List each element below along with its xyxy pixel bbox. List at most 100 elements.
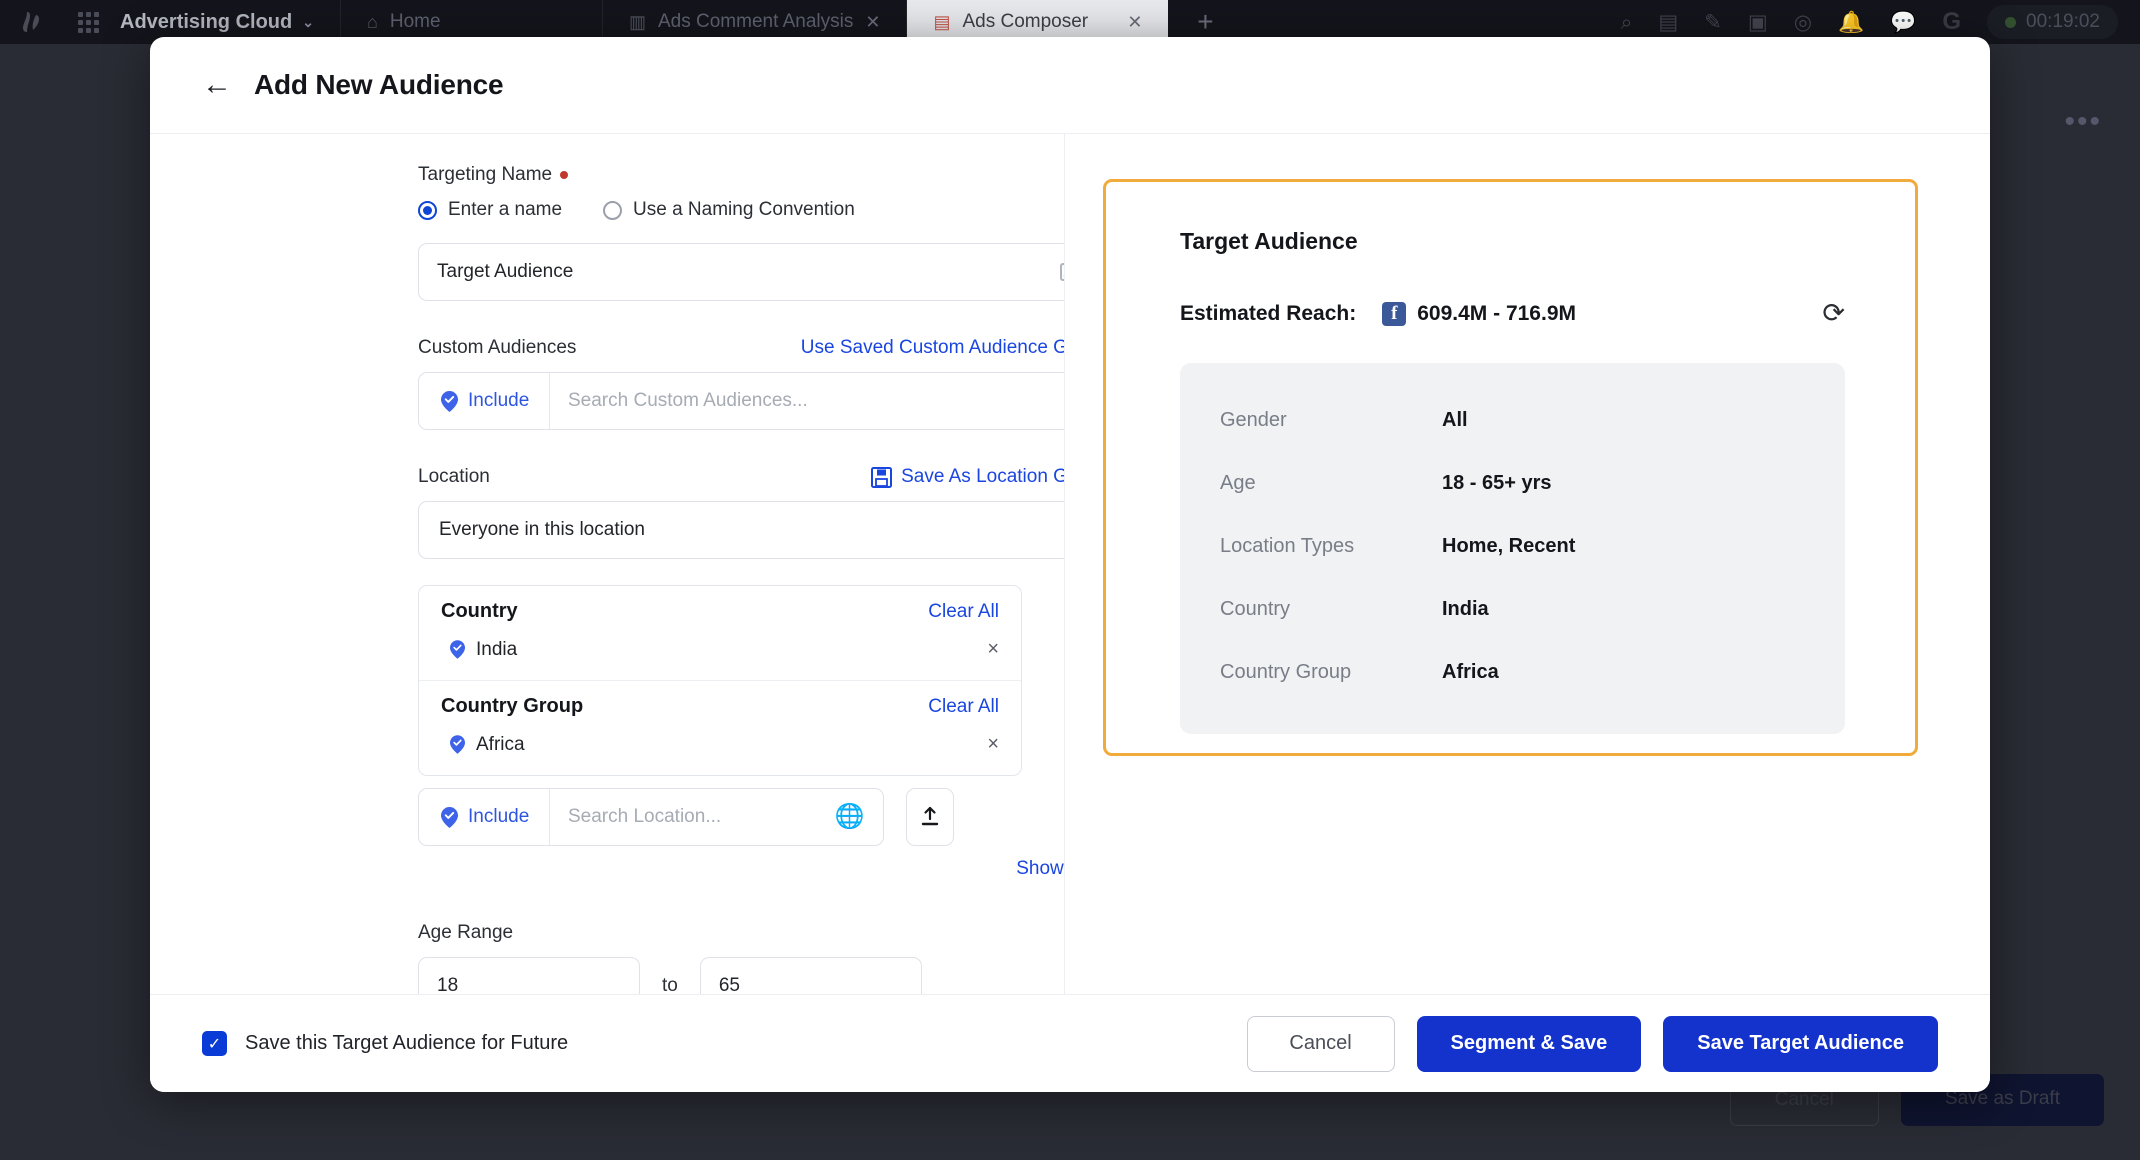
- clear-all-country-group-link[interactable]: Clear All: [928, 696, 999, 718]
- tab-label: Ads Comment Analysis: [657, 11, 854, 32]
- location-group-country: Country Clear All India ×: [419, 586, 1021, 680]
- location-group-title: Country: [441, 600, 518, 622]
- close-icon[interactable]: ✕: [865, 12, 880, 33]
- required-indicator-icon: [560, 171, 569, 179]
- target-audience-summary-card: Target Audience Estimated Reach: f 609.4…: [1103, 179, 1918, 756]
- custom-audiences-input[interactable]: Search Custom Audiences...: [550, 373, 1064, 429]
- tab-label: Home: [389, 11, 441, 32]
- bell-icon[interactable]: 🔔: [1838, 12, 1864, 33]
- footer-actions: Cancel Segment & Save Save Target Audien…: [1246, 1015, 1938, 1072]
- custom-audiences-header: Custom Audiences Use Saved Custom Audien…: [418, 337, 1064, 359]
- list-item: India ×: [441, 629, 999, 670]
- calendar-icon[interactable]: ▤: [1658, 12, 1678, 33]
- custom-audiences-include-toggle[interactable]: Include: [419, 373, 550, 429]
- audience-form-panel: Targeting Name Enter a name Use a Naming…: [150, 134, 1065, 994]
- help-icon[interactable]: ◎: [1794, 12, 1812, 33]
- app-launcher-grid-icon[interactable]: [62, 0, 114, 44]
- session-timer: 00:19:02: [1987, 5, 2118, 39]
- refresh-icon[interactable]: ⟳: [1822, 300, 1845, 327]
- radio-label: Use a Naming Convention: [633, 199, 855, 220]
- map-pin-check-icon: [450, 640, 465, 659]
- attribute-key: Gender: [1220, 409, 1287, 431]
- attribute-value: India: [1442, 598, 1489, 620]
- attribute-value: 18 - 65+ yrs: [1442, 472, 1552, 494]
- cancel-button[interactable]: Cancel: [1246, 1015, 1395, 1072]
- app-logo[interactable]: [0, 0, 62, 44]
- search-icon[interactable]: ⌕: [1621, 12, 1633, 33]
- include-label: Include: [468, 390, 530, 411]
- close-icon[interactable]: ✕: [1127, 12, 1142, 33]
- attribute-key: Country Group: [1220, 661, 1352, 683]
- location-search-input[interactable]: Search Location... 🌐: [550, 789, 883, 845]
- table-row: Location Types Home, Recent: [1220, 515, 1805, 578]
- preview-title: Target Audience: [1180, 228, 1358, 254]
- radio-unselected-icon: [603, 200, 622, 220]
- age-range-label: Age Range: [418, 922, 514, 943]
- age-to-value: 65: [718, 975, 740, 994]
- age-range-row: 18 to 65: [418, 957, 954, 994]
- map-pin-check-icon: [441, 390, 458, 412]
- save-target-audience-button[interactable]: Save Target Audience: [1663, 1015, 1938, 1072]
- location-search-row: Include Search Location... 🌐: [418, 788, 954, 846]
- location-scope-dropdown[interactable]: Everyone in this location ⌄: [418, 501, 1064, 559]
- include-label: Include: [468, 806, 530, 827]
- globe-icon[interactable]: 🌐: [835, 805, 865, 829]
- contact-card-icon[interactable]: [1055, 259, 1064, 285]
- table-row: Age 18 - 65+ yrs: [1220, 452, 1805, 515]
- modal-body: Targeting Name Enter a name Use a Naming…: [150, 134, 1990, 994]
- targeting-name-mode-radios: Enter a name Use a Naming Convention: [418, 199, 954, 221]
- show-map-link[interactable]: Show Map: [1016, 858, 1064, 879]
- add-new-audience-modal: ← Add New Audience Targeting Name Enter …: [150, 37, 1990, 1092]
- pencil-icon[interactable]: ✎: [1704, 12, 1722, 33]
- location-group-header: Country Clear All: [441, 600, 999, 623]
- use-saved-custom-audience-group-link[interactable]: Use Saved Custom Audience Group: [801, 337, 1064, 359]
- chart-icon: ▥: [628, 11, 646, 32]
- upload-icon: [921, 806, 939, 826]
- radio-enter-a-name[interactable]: Enter a name: [418, 199, 603, 221]
- selected-locations-card: Country Clear All India × Country Group …: [418, 585, 1022, 776]
- chat-icon[interactable]: 💬: [1890, 12, 1916, 33]
- label-text: Targeting Name: [418, 164, 553, 185]
- remove-location-icon[interactable]: ×: [987, 638, 999, 661]
- status-dot: [2005, 16, 2017, 28]
- attribute-key: Location Types: [1220, 535, 1355, 557]
- clock-value: 00:19:02: [2026, 11, 2100, 32]
- google-icon[interactable]: G: [1942, 8, 1961, 36]
- audience-attributes-table: Gender All Age 18 - 65+ yrs Location Typ…: [1180, 363, 1845, 734]
- segment-and-save-button[interactable]: Segment & Save: [1416, 1015, 1642, 1072]
- clear-all-country-link[interactable]: Clear All: [928, 601, 999, 623]
- custom-audiences-label: Custom Audiences: [418, 337, 577, 358]
- location-label: Location: [418, 466, 490, 487]
- save-as-location-group[interactable]: Save As Location Group: [871, 466, 1064, 488]
- background-more-menu[interactable]: •••: [2064, 105, 2102, 139]
- modal-header: ← Add New Audience: [150, 37, 1990, 134]
- location-include-toggle[interactable]: Include: [419, 789, 550, 845]
- save-for-future-checkbox[interactable]: ✓: [202, 1031, 227, 1056]
- attribute-value: All: [1442, 409, 1468, 431]
- tab-label: Ads Composer: [962, 11, 1089, 32]
- attribute-key: Country: [1220, 598, 1291, 620]
- targeting-name-input[interactable]: Target Audience: [418, 243, 1064, 301]
- location-item-label: Africa: [476, 733, 525, 755]
- location-search-combo[interactable]: Include Search Location... 🌐: [418, 788, 884, 846]
- estimated-reach-value: 609.4M - 716.9M: [1417, 301, 1576, 325]
- age-from-value: 18: [437, 975, 459, 994]
- attribute-value: Africa: [1442, 661, 1499, 683]
- radio-use-naming-convention[interactable]: Use a Naming Convention: [603, 199, 855, 221]
- attribute-key: Age: [1220, 472, 1256, 494]
- home-icon: ⌂: [366, 11, 378, 32]
- targeting-name-label: Targeting Name: [418, 164, 954, 186]
- age-from-input[interactable]: 18: [418, 957, 640, 994]
- remove-location-icon[interactable]: ×: [987, 733, 999, 756]
- custom-audiences-search[interactable]: Include Search Custom Audiences...: [418, 372, 1064, 430]
- age-to-input[interactable]: 65: [699, 957, 922, 994]
- map-pin-check-icon: [450, 735, 465, 754]
- table-row: Country India: [1220, 578, 1805, 641]
- location-header: Location Save As Location Group: [418, 466, 1064, 488]
- estimated-reach-label: Estimated Reach:: [1180, 301, 1357, 325]
- back-arrow-icon[interactable]: ←: [202, 70, 232, 100]
- composer-icon: ▤: [933, 11, 951, 32]
- map-pin-check-icon: [441, 806, 458, 828]
- upload-locations-button[interactable]: [905, 788, 954, 846]
- schedule-icon[interactable]: ▣: [1748, 12, 1768, 33]
